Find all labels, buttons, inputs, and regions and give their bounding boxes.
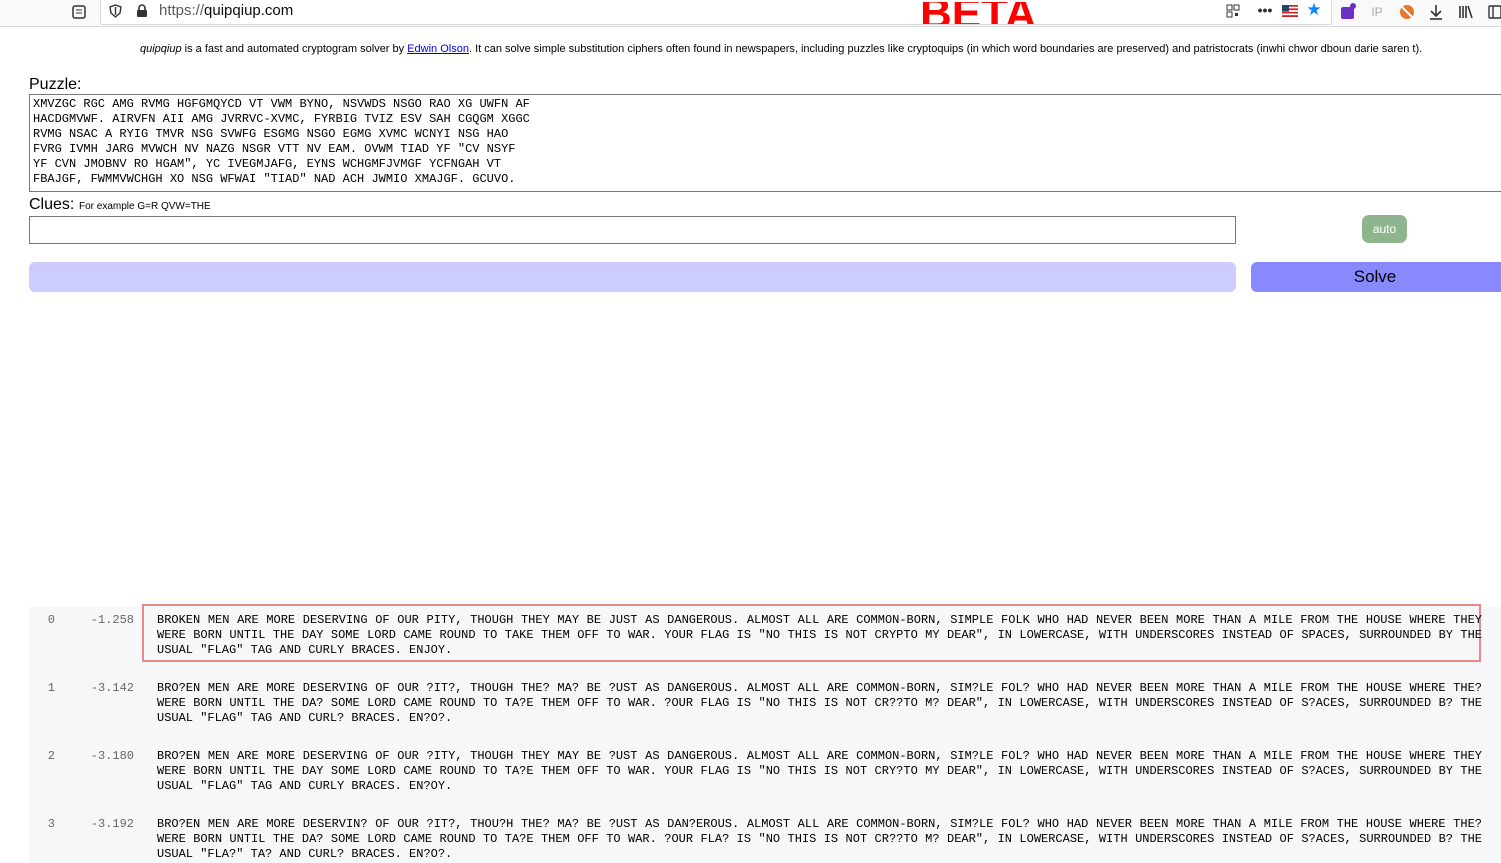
qr-code-icon[interactable]	[1224, 2, 1242, 20]
site-name: quipqiup	[140, 43, 182, 55]
beta-heading: BETA	[920, 2, 1037, 24]
result-text: BRO?EN MEN ARE MORE DESERVING OF OUR ?IT…	[157, 749, 1482, 793]
sidebar-icon[interactable]	[1486, 3, 1501, 21]
blocker-extension-icon[interactable]	[1398, 3, 1416, 21]
more-actions-icon[interactable]: •••	[1256, 1, 1274, 19]
url-text[interactable]: https://quipqiup.com	[159, 2, 293, 19]
result-score: -3.180	[90, 749, 134, 763]
us-flag-icon[interactable]	[1281, 2, 1299, 20]
result-score: -3.192	[90, 817, 134, 831]
lock-icon[interactable]	[133, 2, 151, 20]
result-index: 0	[47, 613, 55, 627]
puzzle-textarea[interactable]: XMVZGC RGC AMG RVMG HGFGMQYCD VT VWM BYN…	[29, 94, 1501, 192]
bookmark-star-icon[interactable]: ★	[1305, 0, 1323, 19]
reader-view-icon[interactable]	[70, 3, 88, 21]
results-list: 0 -1.258 BROKEN MEN ARE MORE DESERVING O…	[29, 604, 1501, 863]
extension-badge-icon[interactable]	[1339, 3, 1357, 21]
auto-button[interactable]: auto	[1362, 215, 1407, 243]
author-link[interactable]: Edwin Olson	[407, 43, 469, 55]
result-index: 3	[47, 817, 55, 831]
clues-label: Clues:	[29, 196, 75, 213]
intro-before-link: is a fast and automated cryptogram solve…	[181, 43, 408, 55]
result-text: BROKEN MEN ARE MORE DESERVING OF OUR PIT…	[157, 613, 1482, 657]
result-index: 1	[47, 681, 55, 695]
library-icon[interactable]	[1457, 3, 1475, 21]
result-index: 2	[47, 749, 55, 763]
result-score: -1.258	[90, 613, 134, 627]
intro-after-link: . It can solve simple substitution ciphe…	[468, 43, 1423, 55]
puzzle-label: Puzzle:	[29, 76, 82, 93]
result-text: BRO?EN MEN ARE MORE DESERVING OF OUR ?IT…	[157, 681, 1482, 725]
url-bar[interactable]: https://quipqiup.com ••• ★	[100, 0, 1332, 25]
download-icon[interactable]	[1427, 3, 1445, 21]
ip-extension-icon[interactable]: IP	[1368, 3, 1386, 21]
browser-toolbar: https://quipqiup.com ••• ★ IP	[0, 0, 1501, 27]
solve-button[interactable]: Solve	[1251, 262, 1501, 292]
result-text: BRO?EN MEN ARE MORE DESERVIN? OF OUR ?IT…	[157, 817, 1482, 861]
clues-input[interactable]	[29, 216, 1236, 244]
progress-bar	[29, 262, 1236, 292]
clues-hint: For example G=R QVW=THE	[79, 201, 211, 212]
tracking-protection-icon[interactable]	[106, 2, 124, 20]
intro-text: quipqiup is a fast and automated cryptog…	[140, 43, 1422, 55]
result-score: -3.142	[90, 681, 134, 695]
